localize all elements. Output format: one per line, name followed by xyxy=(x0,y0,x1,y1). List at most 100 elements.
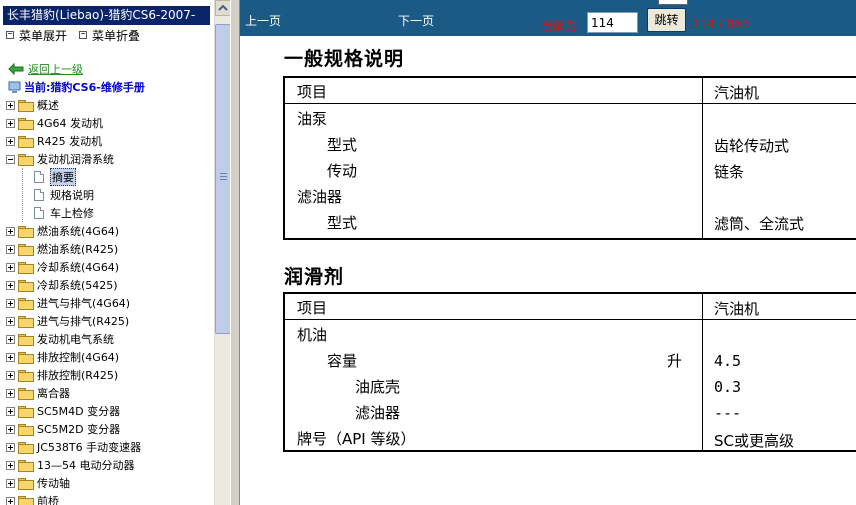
tree-item-label: 前桥 xyxy=(37,495,59,505)
expand-icon[interactable] xyxy=(6,280,15,290)
tree-item-emission-r425[interactable]: 排放控制(R425) xyxy=(6,366,211,384)
expand-icon[interactable] xyxy=(6,244,15,254)
scroll-up-button[interactable] xyxy=(215,0,230,16)
document-page: 一般规格说明 项目 汽油机 油泵 型式 齿轮传动式 传动 链条 滤油器 型式 滤… xyxy=(240,36,856,505)
go-button[interactable]: 跳转 xyxy=(647,8,686,32)
tree-child-summary[interactable]: 摘要 xyxy=(6,168,211,186)
tree-item-4g64-engine[interactable]: 4G64 发动机 xyxy=(6,114,211,132)
expand-icon[interactable] xyxy=(6,370,15,380)
current-page-label: 当前为 xyxy=(541,19,578,33)
tree-item-overview[interactable]: 概述 xyxy=(6,96,211,114)
menu-actions: 菜单展开 菜单折叠 xyxy=(6,27,152,43)
row-item: 滤油器 xyxy=(297,188,343,206)
tree-item-sc5m2d[interactable]: SC5M2D 变分器 xyxy=(6,420,211,438)
tree-item-engine-electrical[interactable]: 发动机电气系统 xyxy=(6,330,211,348)
tree-item-label: 概述 xyxy=(37,99,59,112)
folder-icon xyxy=(18,225,34,238)
tree-item-label: 4G64 发动机 xyxy=(37,117,104,130)
expand-menu-button[interactable]: 菜单展开 xyxy=(6,27,67,44)
row-item: 容量 xyxy=(327,352,358,370)
expand-icon[interactable] xyxy=(6,136,15,146)
tree-item-emission-4g64[interactable]: 排放控制(4G64) xyxy=(6,348,211,366)
window-edge xyxy=(658,0,688,5)
expand-icon[interactable] xyxy=(6,352,15,362)
tree-child-on-vehicle-service[interactable]: 车上检修 xyxy=(6,204,211,222)
tree-item-label: 发动机电气系统 xyxy=(37,333,114,346)
document-icon xyxy=(34,207,44,219)
tree-item-label: 冷却系统(5425) xyxy=(37,279,118,292)
row-item: 油泵 xyxy=(297,110,328,128)
next-page-button[interactable]: 下一页 xyxy=(398,12,434,29)
tree-item-label: 传动轴 xyxy=(37,477,70,490)
tree-item-clutch[interactable]: 离合器 xyxy=(6,384,211,402)
tree-item-lubrication-system[interactable]: 发动机润滑系统 xyxy=(6,150,211,168)
expand-icon[interactable] xyxy=(6,100,15,110)
tree-item-jc538t6[interactable]: JC538T6 手动变速器 xyxy=(6,438,211,456)
tree-item-label: JC538T6 手动变速器 xyxy=(37,441,142,454)
folder-icon xyxy=(18,279,34,292)
row-item: 机油 xyxy=(297,326,328,344)
open-folder-icon xyxy=(18,153,34,166)
tree-item-transfer-case[interactable]: 13—54 电动分动器 xyxy=(6,456,211,474)
folder-icon xyxy=(18,315,34,328)
chapter-tree: 概述 4G64 发动机 R425 发动机 发动机润滑系统 摘要 规格说明 车上检… xyxy=(6,96,211,505)
tree-item-label: 燃油系统(R425) xyxy=(37,243,119,256)
expand-icon[interactable] xyxy=(6,262,15,272)
tree-item-intake-r425[interactable]: 进气与排气(R425) xyxy=(6,312,211,330)
scroll-thumb[interactable] xyxy=(215,24,230,334)
tree-child-specifications[interactable]: 规格说明 xyxy=(6,186,211,204)
tree-item-label: 进气与排气(4G64) xyxy=(37,297,131,310)
expand-icon[interactable] xyxy=(6,406,15,416)
tree-item-front-axle[interactable]: 前桥 xyxy=(6,492,211,505)
expand-icon[interactable] xyxy=(6,460,15,470)
tree-child-label: 规格说明 xyxy=(50,189,94,202)
page-number-input[interactable] xyxy=(587,12,638,33)
folder-icon xyxy=(18,495,34,505)
document-icon xyxy=(34,189,44,201)
tree-item-drive-shaft[interactable]: 传动轴 xyxy=(6,474,211,492)
tree-item-r425-engine[interactable]: R425 发动机 xyxy=(6,132,211,150)
current-location-label: 当前:猎豹CS6-维修手册 xyxy=(24,81,145,94)
expand-icon[interactable] xyxy=(6,424,15,434)
section-title-general-specs: 一般规格说明 xyxy=(284,48,405,70)
expand-icon[interactable] xyxy=(6,478,15,488)
expand-icon[interactable] xyxy=(6,442,15,452)
tree-item-label: 冷却系统(4G64) xyxy=(37,261,120,274)
folder-icon xyxy=(18,441,34,454)
expand-icon[interactable] xyxy=(6,118,15,128)
header-value: 汽油机 xyxy=(714,300,760,318)
tree-item-sc5m4d[interactable]: SC5M4D 变分器 xyxy=(6,402,211,420)
tree-item-cooling-5425[interactable]: 冷却系统(5425) xyxy=(6,276,211,294)
tree-item-label: R425 发动机 xyxy=(37,135,103,148)
tree-item-cooling-4g64[interactable]: 冷却系统(4G64) xyxy=(6,258,211,276)
pane-splitter[interactable] xyxy=(230,0,240,505)
folder-icon xyxy=(18,405,34,418)
row-item: 传动 xyxy=(327,162,358,180)
tree-item-fuel-r425[interactable]: 燃油系统(R425) xyxy=(6,240,211,258)
row-value: 0.3 xyxy=(714,378,742,396)
expand-icon[interactable] xyxy=(6,298,15,308)
expand-icon[interactable] xyxy=(6,388,15,398)
tree-item-intake-4g64[interactable]: 进气与排气(4G64) xyxy=(6,294,211,312)
page-count-status: 114 / 863 xyxy=(692,17,750,31)
header-item: 项目 xyxy=(297,299,328,317)
folder-icon xyxy=(18,117,34,130)
collapse-menu-button[interactable]: 菜单折叠 xyxy=(79,27,140,44)
expand-icon[interactable] xyxy=(6,316,15,326)
computer-icon xyxy=(8,81,21,93)
tree-item-fuel-4g64[interactable]: 燃油系统(4G64) xyxy=(6,222,211,240)
expand-icon[interactable] xyxy=(6,334,15,344)
previous-page-button[interactable]: 上一页 xyxy=(245,12,281,29)
expand-icon[interactable] xyxy=(6,226,15,236)
folder-icon xyxy=(18,351,34,364)
expand-icon[interactable] xyxy=(6,496,15,505)
tree-item-label: 排放控制(R425) xyxy=(37,369,119,382)
tree-item-label: 燃油系统(4G64) xyxy=(37,225,120,238)
tree-scrollbar[interactable] xyxy=(214,0,230,505)
back-link[interactable]: 返回上一级 xyxy=(28,61,83,77)
collapse-icon[interactable] xyxy=(6,154,15,164)
header-value: 汽油机 xyxy=(714,84,760,102)
lubricants-table: 项目 汽油机 机油 容量 升 4.5 油底壳 0.3 滤油器 --- 牌号（AP… xyxy=(283,292,856,452)
row-value: SC或更高级 xyxy=(714,432,794,450)
row-item: 型式 xyxy=(327,214,358,232)
